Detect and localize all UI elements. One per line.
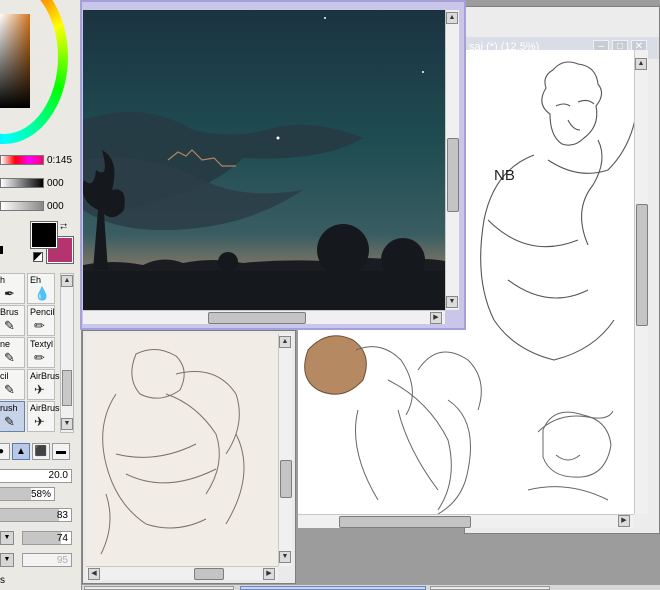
sketch-vertical-scrollbar[interactable] xyxy=(634,50,648,514)
transparent-color-icon[interactable] xyxy=(33,252,43,262)
embrace-vscroll-thumb[interactable] xyxy=(280,460,292,498)
saturation-slider-value: 000 xyxy=(47,201,64,212)
brush-size-field[interactable]: 20.0 xyxy=(0,469,72,483)
density-value: 83 xyxy=(56,510,68,521)
landscape-scroll-right-icon[interactable]: ▶ xyxy=(430,312,442,324)
value-slider[interactable] xyxy=(0,178,44,188)
blend-fill xyxy=(23,532,62,544)
tool-label: Brus xyxy=(0,307,19,317)
tool-eraser[interactable]: Eh 💧 xyxy=(27,273,55,304)
shape-round-icon[interactable]: ● xyxy=(0,443,10,460)
sketch-hscroll-thumb[interactable] xyxy=(339,516,471,528)
landscape-scroll-down-icon[interactable]: ▼ xyxy=(446,296,458,308)
embrace-hscroll-thumb[interactable] xyxy=(194,568,224,580)
hue-slider[interactable] xyxy=(0,155,44,165)
brush-icon: ✎ xyxy=(4,414,15,429)
tool-textyl[interactable]: Textyl ✏ xyxy=(27,337,55,368)
embrace-scroll-right-icon[interactable]: ▶ xyxy=(263,568,275,580)
dilution-bar[interactable]: 95 xyxy=(22,553,72,567)
marker-icon: ✎ xyxy=(4,350,15,365)
airbrush-icon: ✈ xyxy=(34,382,45,397)
tool-brush-selected[interactable]: rush ✎ xyxy=(0,401,25,432)
swap-colors-icon[interactable]: ⮂ xyxy=(60,221,67,232)
embrace-sketch-canvas[interactable] xyxy=(86,334,279,566)
blend-dropdown-icon[interactable]: ▼ xyxy=(0,531,14,545)
dilution-value: 95 xyxy=(56,555,68,566)
value-slider-value: 000 xyxy=(47,178,64,189)
hue-slider-value: 0:145 xyxy=(47,155,73,166)
sketch-note: NB xyxy=(494,167,515,184)
document-tab-active[interactable] xyxy=(240,586,426,590)
brush-icon: ✎ xyxy=(4,318,15,333)
saturation-slider[interactable] xyxy=(0,201,44,211)
tool-label: h xyxy=(0,275,6,285)
tool-label: ne xyxy=(0,339,11,349)
pencil-icon: ✎ xyxy=(4,382,15,397)
landscape-vertical-scrollbar[interactable] xyxy=(445,10,459,310)
shape-hard-icon[interactable]: ▲ xyxy=(12,443,30,460)
blend-bar[interactable]: 74 xyxy=(22,531,72,545)
tool-airbrush[interactable]: AirBrush ✈ xyxy=(27,369,65,400)
landscape-canvas[interactable] xyxy=(83,10,445,310)
tool-scroll-down-icon[interactable]: ▼ xyxy=(61,418,73,430)
document-tab[interactable] xyxy=(430,586,550,590)
tool-pencil-2[interactable]: cil ✎ xyxy=(0,369,25,400)
document-tab[interactable] xyxy=(84,586,234,590)
tool-scroll-up-icon[interactable]: ▲ xyxy=(61,275,73,287)
tool-label: cil xyxy=(0,371,9,381)
primary-color-swatch[interactable] xyxy=(30,221,58,249)
brush-stub xyxy=(0,246,3,254)
landscape-scroll-up-icon[interactable]: ▲ xyxy=(446,12,458,24)
sketch-vscroll-thumb[interactable] xyxy=(636,204,648,326)
saturation-value-box[interactable] xyxy=(0,14,30,108)
tool-label: Textyl xyxy=(30,339,54,349)
tool-label: Pencil xyxy=(30,307,55,317)
min-size-fill xyxy=(0,488,31,500)
density-fill xyxy=(0,509,59,521)
eyedropper-icon: 💧 xyxy=(34,286,51,301)
brush-shape-row: ● ▲ ⬛ ▬ xyxy=(0,443,76,461)
shape-mid-icon[interactable]: ⬛ xyxy=(32,443,50,460)
tool-marker[interactable]: ne ✎ xyxy=(0,337,25,368)
embrace-scroll-down-icon[interactable]: ▼ xyxy=(279,551,291,563)
tool-brush[interactable]: Brus ✎ xyxy=(0,305,25,336)
tool-scrollbar-thumb[interactable] xyxy=(62,370,72,406)
sketch-scroll-right-icon[interactable]: ▶ xyxy=(618,515,630,527)
panel-footer-text: s xyxy=(0,575,5,586)
landscape-hscroll-thumb[interactable] xyxy=(208,312,306,324)
tool-label: Eh xyxy=(30,275,42,285)
shape-flat-icon[interactable]: ▬ xyxy=(52,443,70,460)
tool-pencil[interactable]: Pencil ✏ xyxy=(27,305,55,336)
tool-panel: 0:145 000 000 ⮂ h ✒ Eh 💧 Brus ✎ Pencil ✏… xyxy=(0,0,82,590)
dilution-dropdown-icon[interactable]: ▼ xyxy=(0,553,14,567)
tool-label: rush xyxy=(0,403,18,413)
sketch-horizontal-scrollbar[interactable] xyxy=(298,514,634,528)
tool-airbrush-2[interactable]: AirBrush ✈ xyxy=(27,401,65,432)
airbrush-icon: ✈ xyxy=(34,414,45,429)
embrace-scroll-up-icon[interactable]: ▲ xyxy=(279,336,291,348)
textyl-icon: ✏ xyxy=(34,350,45,365)
pen-icon: ✒ xyxy=(4,286,15,301)
landscape-horizontal-scrollbar[interactable] xyxy=(83,310,445,324)
tool-scrollbar[interactable] xyxy=(60,273,74,433)
embrace-horizontal-scrollbar[interactable] xyxy=(86,566,278,580)
color-swatch-indicator xyxy=(0,238,8,258)
pencil-icon: ✏ xyxy=(34,318,45,333)
min-size-bar[interactable]: 58% xyxy=(0,487,55,501)
min-size-value: 58% xyxy=(30,489,51,500)
density-bar[interactable]: 83 xyxy=(0,508,72,522)
tool-pen[interactable]: h ✒ xyxy=(0,273,25,304)
embrace-scroll-left-icon[interactable]: ◀ xyxy=(88,568,100,580)
sketch-scroll-up-icon[interactable]: ▲ xyxy=(635,58,647,70)
landscape-vscroll-thumb[interactable] xyxy=(447,138,459,212)
blend-value: 74 xyxy=(56,533,68,544)
embrace-vertical-scrollbar[interactable] xyxy=(278,334,292,566)
brush-size-value: 20.0 xyxy=(48,470,68,481)
